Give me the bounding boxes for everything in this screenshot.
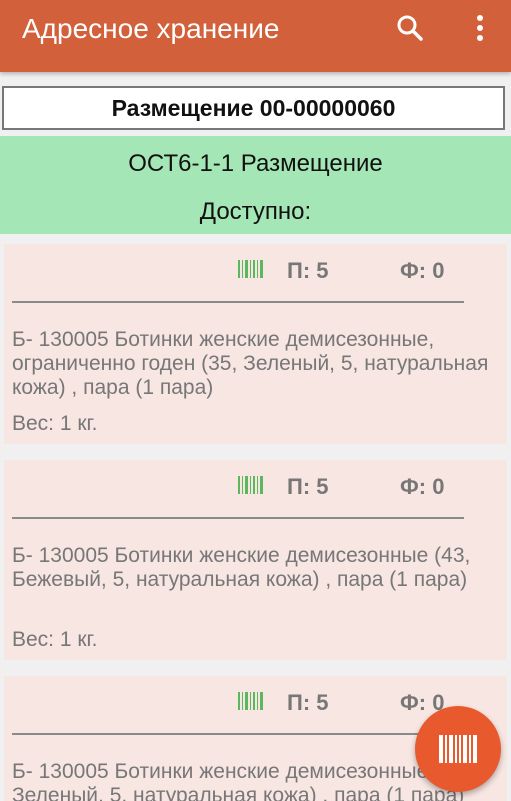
cell-name: ОСТ6-1-1 Размещение: [128, 150, 383, 177]
plan-quantity: П: 5: [287, 474, 329, 499]
item-description: Б- 130005 Ботинки женские демисезонные, …: [12, 328, 489, 399]
screen: Адресное хранение Размещение 00-00000060…: [0, 0, 511, 801]
barcode-icon: [238, 260, 263, 278]
overflow-menu-button[interactable]: [462, 10, 498, 46]
divider: [12, 301, 464, 303]
search-icon: [397, 15, 423, 41]
document-title: Размещение 00-00000060: [2, 86, 505, 130]
barcode-icon: [238, 476, 263, 494]
plan-quantity: П: 5: [287, 690, 329, 715]
barcode-icon: [238, 692, 263, 710]
divider: [12, 733, 464, 735]
fact-quantity: Ф: 0: [400, 258, 445, 283]
item-weight: Вес: 1 кг.: [12, 412, 98, 435]
more-vert-icon: [477, 15, 483, 41]
list-item[interactable]: П: 5 Ф: 0 Б- 130005 Ботинки женские деми…: [4, 244, 507, 444]
divider: [12, 517, 464, 519]
item-weight: Вес: 1 кг.: [12, 628, 98, 651]
app-bar: Адресное хранение: [0, 0, 511, 72]
available-label: Доступно:: [199, 198, 312, 225]
search-button[interactable]: [392, 10, 428, 46]
list-item[interactable]: П: 5 Ф: 0 Б- 130005 Ботинки женские деми…: [4, 460, 507, 660]
fact-quantity: Ф: 0: [400, 474, 445, 499]
barcode-scan-icon: [439, 735, 477, 763]
scan-barcode-button[interactable]: [415, 706, 501, 792]
app-title: Адресное хранение: [22, 13, 280, 44]
plan-quantity: П: 5: [287, 258, 329, 283]
cell-info-panel: ОСТ6-1-1 Размещение Доступно:: [0, 136, 511, 234]
item-description: Б- 130005 Ботинки женские демисезонные (…: [12, 544, 471, 591]
